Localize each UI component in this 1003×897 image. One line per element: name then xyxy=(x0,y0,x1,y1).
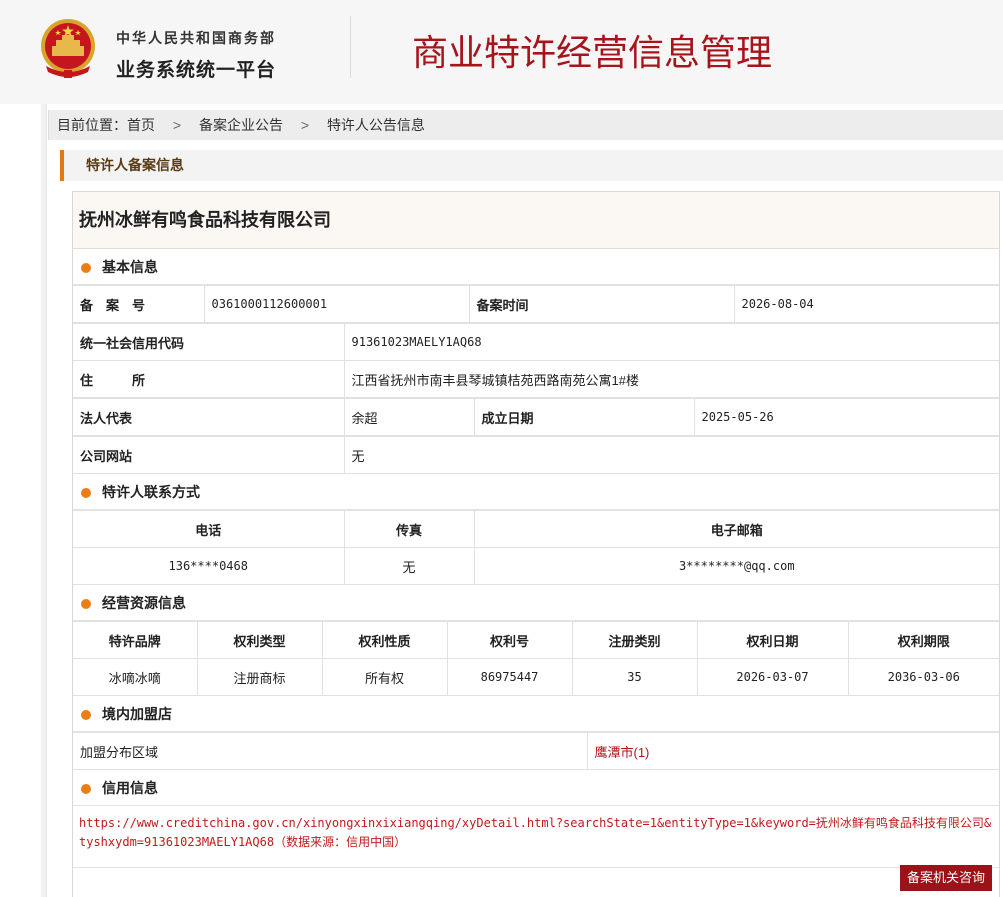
table-header-row: 电话 传真 电子邮箱 xyxy=(73,510,999,548)
basic-info-heading: 基本信息 xyxy=(73,249,999,285)
franchisor-info-panel: 抚州冰鲜有鸣食品科技有限公司 基本信息 备 案 号 03610001126000… xyxy=(72,191,1000,897)
table-row: 冰嘀冰嘀 注册商标 所有权 86975447 35 2026-03-07 203… xyxy=(73,658,999,696)
region-store-link[interactable]: 鹰潭市(1) xyxy=(595,745,650,760)
credit-code-value: 91361023MAELY1AQ68 xyxy=(343,323,999,361)
table-row: 备 案 号 0361000112600001 备案时间 2026-08-04 xyxy=(73,285,999,323)
credit-link-text[interactable]: https://www.creditchina.gov.cn/xinyongxi… xyxy=(73,806,999,868)
breadcrumb-separator: > xyxy=(300,117,310,133)
contact-heading: 特许人联系方式 xyxy=(73,474,999,510)
basic-info-table-a: 备 案 号 0361000112600001 备案时间 2026-08-04 xyxy=(73,285,999,323)
credit-code-label: 统一社会信用代码 xyxy=(73,323,345,361)
founded-value: 2025-05-26 xyxy=(693,398,999,436)
right-date-value: 2026-03-07 xyxy=(696,658,849,696)
region-label: 加盟分布区域 xyxy=(73,732,588,770)
filing-time-value: 2026-08-04 xyxy=(733,285,999,323)
basic-info-table-d: 公司网站 无 xyxy=(73,436,999,474)
stores-heading: 境内加盟店 xyxy=(73,696,999,732)
bullet-dot-icon xyxy=(81,599,91,609)
section-title: 特许人备案信息 xyxy=(60,150,1003,181)
bullet-dot-icon xyxy=(81,784,91,794)
address-value: 江西省抚州市南丰县琴城镇桔苑西路南苑公寓1#楼 xyxy=(343,360,999,398)
header-divider xyxy=(350,16,351,78)
brand-header: 特许品牌 xyxy=(73,621,198,659)
filing-authority-consult-button[interactable]: 备案机关咨询 xyxy=(900,865,992,891)
right-type-header: 权利类型 xyxy=(196,621,323,659)
ministry-name: 中华人民共和国商务部 xyxy=(116,30,276,46)
email-value: 3********@qq.com xyxy=(473,547,999,585)
website-value: 无 xyxy=(343,436,999,474)
table-header-row: 特许品牌 权利类型 权利性质 权利号 注册类别 权利日期 权利期限 xyxy=(73,621,999,659)
stores-table: 加盟分布区域 鹰潭市(1) xyxy=(73,732,999,770)
left-sidebar-strip xyxy=(41,104,47,897)
filing-time-label: 备案时间 xyxy=(468,285,735,323)
filing-no-label: 备 案 号 xyxy=(73,285,205,323)
right-type-value: 注册商标 xyxy=(196,658,323,696)
website-label: 公司网站 xyxy=(73,436,345,474)
filing-no-value: 0361000112600001 xyxy=(203,285,470,323)
platform-name: 业务系统统一平台 xyxy=(116,60,277,81)
bullet-dot-icon xyxy=(81,263,91,273)
brand-value: 冰嘀冰嘀 xyxy=(73,658,198,696)
basic-info-table-c: 法人代表 余超 成立日期 2025-05-26 xyxy=(73,398,999,436)
breadcrumb-prefix: 目前位置： xyxy=(57,117,127,133)
phone-header: 电话 xyxy=(73,510,345,548)
legal-rep-value: 余超 xyxy=(343,398,475,436)
right-term-value: 2036-03-06 xyxy=(847,658,999,696)
national-emblem-icon xyxy=(41,19,95,78)
breadcrumb-current: 特许人公告信息 xyxy=(326,117,425,133)
right-no-header: 权利号 xyxy=(446,621,573,659)
system-title: 商业特许经营信息管理 xyxy=(412,33,773,74)
table-row: 公司网站 无 xyxy=(73,436,999,474)
fax-header: 传真 xyxy=(343,510,475,548)
site-header: 中华人民共和国商务部 业务系统统一平台 商业特许经营信息管理 xyxy=(0,0,1003,104)
breadcrumb-separator: > xyxy=(172,117,182,133)
right-no-value: 86975447 xyxy=(446,658,573,696)
right-nature-header: 权利性质 xyxy=(321,621,448,659)
company-name: 抚州冰鲜有鸣食品科技有限公司 xyxy=(73,192,999,249)
breadcrumb-filed-companies-link[interactable]: 备案企业公告 xyxy=(199,117,283,133)
table-row: 住 所 江西省抚州市南丰县琴城镇桔苑西路南苑公寓1#楼 xyxy=(73,360,999,398)
address-label: 住 所 xyxy=(73,360,345,398)
credit-heading: 信用信息 xyxy=(73,770,999,806)
breadcrumb: 目前位置：首页 > 备案企业公告 > 特许人公告信息 xyxy=(48,110,1003,140)
bullet-dot-icon xyxy=(81,710,91,720)
bullet-dot-icon xyxy=(81,488,91,498)
table-row: 加盟分布区域 鹰潭市(1) xyxy=(73,732,999,770)
reg-class-value: 35 xyxy=(571,658,698,696)
founded-label: 成立日期 xyxy=(473,398,695,436)
table-row: 法人代表 余超 成立日期 2025-05-26 xyxy=(73,398,999,436)
email-header: 电子邮箱 xyxy=(473,510,999,548)
right-date-header: 权利日期 xyxy=(696,621,849,659)
right-term-header: 权利期限 xyxy=(847,621,999,659)
basic-info-table-b: 统一社会信用代码 91361023MAELY1AQ68 住 所 江西省抚州市南丰… xyxy=(73,323,999,398)
legal-rep-label: 法人代表 xyxy=(73,398,345,436)
reg-class-header: 注册类别 xyxy=(571,621,698,659)
table-row: 136****0468 无 3********@qq.com xyxy=(73,547,999,585)
resources-table: 特许品牌 权利类型 权利性质 权利号 注册类别 权利日期 权利期限 冰嘀冰嘀 注… xyxy=(73,621,999,696)
phone-value: 136****0468 xyxy=(73,547,345,585)
resources-heading: 经营资源信息 xyxy=(73,585,999,621)
table-row: 统一社会信用代码 91361023MAELY1AQ68 xyxy=(73,323,999,361)
contact-table: 电话 传真 电子邮箱 136****0468 无 3********@qq.co… xyxy=(73,510,999,585)
fax-value: 无 xyxy=(343,547,475,585)
right-nature-value: 所有权 xyxy=(321,658,448,696)
breadcrumb-home-link[interactable]: 首页 xyxy=(127,117,155,133)
